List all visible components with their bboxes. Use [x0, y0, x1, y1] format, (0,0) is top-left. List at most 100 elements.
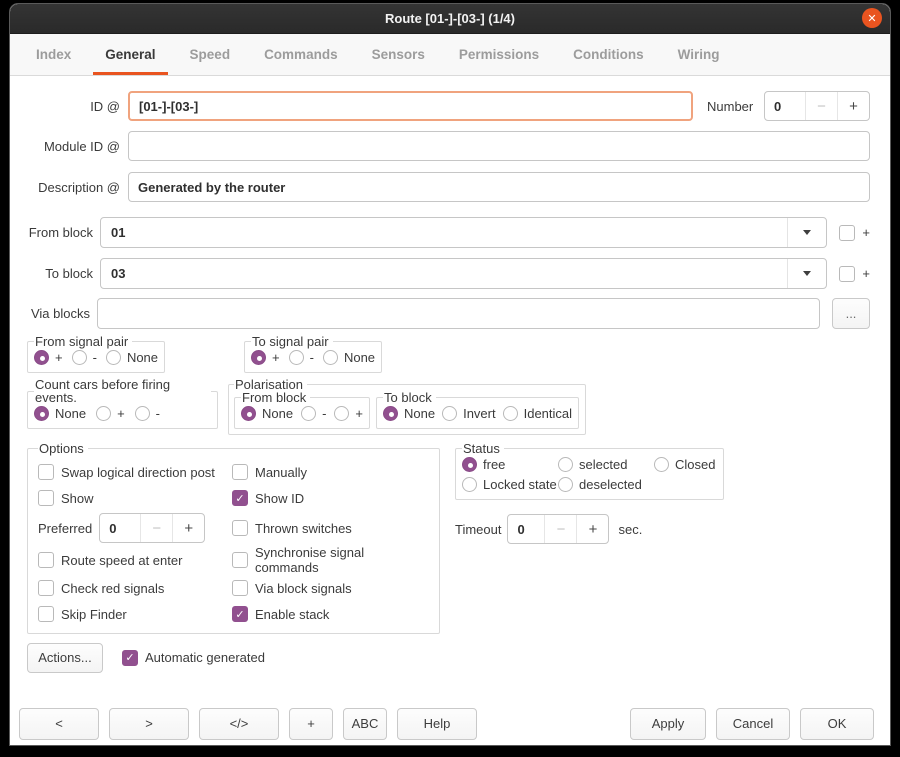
add-button[interactable]: +	[289, 708, 333, 740]
checkbox-label: Thrown switches	[255, 521, 352, 536]
module-id-label: Module ID @	[27, 139, 120, 154]
number-decrement-button[interactable]: −	[805, 92, 837, 120]
count-cars-plus-radio[interactable]: +	[96, 406, 125, 421]
checkbox-label: Manually	[255, 465, 307, 480]
polar-from-none-radio[interactable]: None	[241, 406, 293, 421]
radio-label: Invert	[463, 406, 496, 421]
to-signal-pair-title: To signal pair	[251, 335, 333, 348]
tab-conditions[interactable]: Conditions	[561, 34, 656, 75]
status-title: Status	[462, 442, 504, 455]
id-input[interactable]	[128, 91, 693, 121]
manually-checkbox[interactable]: Manually	[232, 464, 307, 480]
preferred-decrement-button[interactable]: −	[140, 514, 172, 542]
thrown-switches-checkbox[interactable]: Thrown switches	[232, 520, 352, 536]
route-speed-at-enter-checkbox[interactable]: Route speed at enter	[38, 552, 182, 568]
from-block-plus-checkbox[interactable]: +	[839, 225, 870, 241]
timeout-value[interactable]: 0	[508, 515, 544, 543]
radio-icon	[503, 406, 518, 421]
radio-label: None	[262, 406, 293, 421]
polar-to-invert-radio[interactable]: Invert	[442, 406, 496, 421]
tab-sensors[interactable]: Sensors	[360, 34, 437, 75]
tab-commands[interactable]: Commands	[252, 34, 350, 75]
checkbox-label: Skip Finder	[61, 607, 127, 622]
titlebar[interactable]: Route [01-]-[03-] (1/4) ✕	[10, 4, 890, 34]
count-cars-none-radio[interactable]: None	[34, 406, 86, 421]
checkbox-icon	[232, 520, 248, 536]
from-block-dropdown-button[interactable]	[787, 218, 826, 247]
to-block-dropdown-button[interactable]	[787, 259, 826, 288]
preferred-increment-button[interactable]: +	[172, 514, 204, 542]
check-red-signals-checkbox[interactable]: Check red signals	[38, 580, 164, 596]
status-closed-radio[interactable]: Closed	[654, 457, 715, 472]
to-block-combo[interactable]: 03	[100, 258, 827, 289]
apply-button[interactable]: Apply	[630, 708, 706, 740]
close-button[interactable]: ✕	[862, 8, 882, 28]
tab-wiring[interactable]: Wiring	[666, 34, 732, 75]
status-free-radio[interactable]: free	[462, 457, 558, 472]
radio-label: -	[322, 406, 326, 421]
abc-button[interactable]: ABC	[343, 708, 387, 740]
next-button[interactable]: >	[109, 708, 189, 740]
help-button[interactable]: Help	[397, 708, 477, 740]
from-block-plus-label: +	[862, 225, 870, 240]
to-block-value: 03	[101, 259, 787, 288]
ok-button[interactable]: OK	[800, 708, 874, 740]
checkbox-label: Show ID	[255, 491, 304, 506]
to-signal-none-radio[interactable]: None	[323, 350, 375, 365]
timeout-decrement-button[interactable]: −	[544, 515, 576, 543]
description-input[interactable]	[128, 172, 870, 202]
tab-speed[interactable]: Speed	[178, 34, 243, 75]
skip-finder-checkbox[interactable]: Skip Finder	[38, 606, 127, 622]
number-value[interactable]: 0	[765, 92, 805, 120]
to-signal-plus-radio[interactable]: +	[251, 350, 280, 365]
radio-icon	[654, 457, 669, 472]
status-selected-radio[interactable]: selected	[558, 457, 654, 472]
tab-permissions[interactable]: Permissions	[447, 34, 551, 75]
from-signal-plus-radio[interactable]: +	[34, 350, 63, 365]
radio-icon	[34, 406, 49, 421]
swap-logical-direction-checkbox[interactable]: Swap logical direction post	[38, 464, 215, 480]
from-signal-pair-title: From signal pair	[34, 335, 132, 348]
show-id-checkbox[interactable]: ✓ Show ID	[232, 490, 304, 506]
synchronise-signal-commands-checkbox[interactable]: Synchronise signal commands	[232, 545, 429, 575]
cancel-button[interactable]: Cancel	[716, 708, 790, 740]
module-id-input[interactable]	[128, 131, 870, 161]
enable-stack-checkbox[interactable]: ✓Enable stack	[232, 606, 329, 622]
tab-general[interactable]: General	[93, 34, 167, 75]
from-block-combo[interactable]: 01	[100, 217, 827, 248]
to-signal-minus-radio[interactable]: -	[289, 350, 314, 365]
radio-icon	[462, 457, 477, 472]
radio-icon	[289, 350, 304, 365]
polar-from-minus-radio[interactable]: -	[301, 406, 326, 421]
tab-index[interactable]: Index	[24, 34, 83, 75]
timeout-increment-button[interactable]: +	[576, 515, 608, 543]
radio-label: +	[355, 406, 363, 421]
actions-button[interactable]: Actions...	[27, 643, 103, 673]
polar-to-none-radio[interactable]: None	[383, 406, 435, 421]
via-block-signals-checkbox[interactable]: Via block signals	[232, 580, 352, 596]
radio-label: Identical	[524, 406, 572, 421]
from-signal-none-radio[interactable]: None	[106, 350, 158, 365]
check-icon: ✓	[232, 490, 248, 506]
via-blocks-browse-button[interactable]: ...	[832, 298, 870, 329]
xml-button[interactable]: </>	[199, 708, 279, 740]
to-block-plus-checkbox[interactable]: +	[839, 266, 870, 282]
radio-icon	[558, 477, 573, 492]
number-increment-button[interactable]: +	[837, 92, 869, 120]
checkbox-icon	[839, 225, 855, 241]
previous-button[interactable]: <	[19, 708, 99, 740]
show-checkbox[interactable]: Show	[38, 490, 94, 506]
from-signal-minus-radio[interactable]: -	[72, 350, 97, 365]
status-deselected-radio[interactable]: deselected	[558, 477, 654, 492]
radio-icon	[334, 406, 349, 421]
preferred-value[interactable]: 0	[100, 514, 140, 542]
polar-from-plus-radio[interactable]: +	[334, 406, 363, 421]
checkbox-icon	[38, 552, 54, 568]
via-blocks-input[interactable]	[97, 298, 820, 329]
polar-to-identical-radio[interactable]: Identical	[503, 406, 572, 421]
radio-label: -	[93, 350, 97, 365]
radio-label: Closed	[675, 457, 715, 472]
status-locked-state-radio[interactable]: Locked state	[462, 477, 558, 492]
automatic-generated-checkbox[interactable]: ✓ Automatic generated	[122, 650, 265, 666]
count-cars-minus-radio[interactable]: -	[135, 406, 160, 421]
